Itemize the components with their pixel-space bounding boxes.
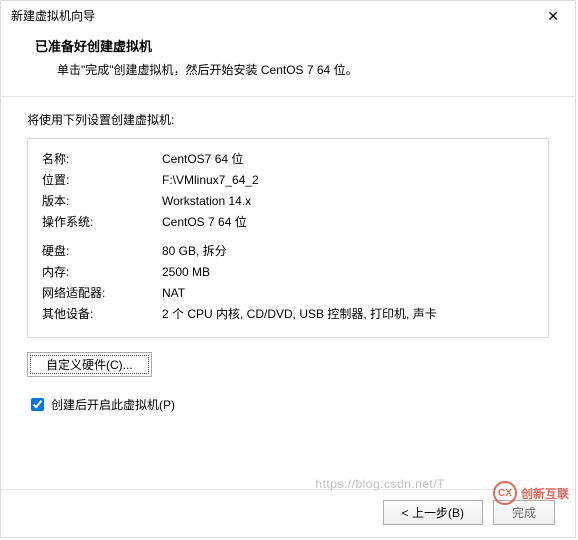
table-row: 版本: Workstation 14.x xyxy=(42,191,534,212)
table-row: 操作系统: CentOS 7 64 位 xyxy=(42,212,534,233)
table-row: 内存: 2500 MB xyxy=(42,262,534,283)
table-row: 其他设备: 2 个 CPU 内核, CD/DVD, USB 控制器, 打印机, … xyxy=(42,304,534,325)
setting-label: 位置: xyxy=(42,170,162,191)
setting-label: 名称: xyxy=(42,149,162,170)
sub-headline: 单击"完成"创建虚拟机，然后开始安装 CentOS 7 64 位。 xyxy=(35,61,545,78)
table-row: 位置: F:\VMlinux7_64_2 xyxy=(42,170,534,191)
setting-label: 网络适配器: xyxy=(42,283,162,304)
checkbox-label: 创建后开启此虚拟机(P) xyxy=(51,396,175,413)
setting-value: F:\VMlinux7_64_2 xyxy=(162,170,534,191)
table-row: 硬盘: 80 GB, 拆分 xyxy=(42,241,534,262)
close-icon[interactable]: ✕ xyxy=(541,9,565,23)
customize-row: 自定义硬件(C)... xyxy=(27,352,549,377)
setting-value: Workstation 14.x xyxy=(162,191,534,212)
setting-label: 操作系统: xyxy=(42,212,162,233)
intro-text: 将使用下列设置创建虚拟机: xyxy=(27,111,549,128)
setting-value: 80 GB, 拆分 xyxy=(162,241,534,262)
setting-value: CentOS7 64 位 xyxy=(162,149,534,170)
table-row: 名称: CentOS7 64 位 xyxy=(42,149,534,170)
setting-value: 2 个 CPU 内核, CD/DVD, USB 控制器, 打印机, 声卡 xyxy=(162,304,534,325)
watermark: CX 创新互联 xyxy=(493,481,569,505)
setting-value: NAT xyxy=(162,283,534,304)
back-button[interactable]: < 上一步(B) xyxy=(383,500,483,525)
watermark-logo-icon: CX xyxy=(493,481,517,505)
window-title: 新建虚拟机向导 xyxy=(11,7,95,24)
watermark-text: 创新互联 xyxy=(521,485,569,502)
customize-hardware-button[interactable]: 自定义硬件(C)... xyxy=(27,352,152,377)
settings-panel: 名称: CentOS7 64 位 位置: F:\VMlinux7_64_2 版本… xyxy=(27,138,549,338)
wizard-window: 新建虚拟机向导 ✕ 已准备好创建虚拟机 单击"完成"创建虚拟机，然后开始安装 C… xyxy=(0,0,576,538)
power-on-checkbox-row[interactable]: 创建后开启此虚拟机(P) xyxy=(27,395,549,414)
wizard-body: 将使用下列设置创建虚拟机: 名称: CentOS7 64 位 位置: F:\VM… xyxy=(1,97,575,489)
wizard-footer: < 上一步(B) 完成 xyxy=(1,489,575,537)
setting-label: 其他设备: xyxy=(42,304,162,325)
titlebar: 新建虚拟机向导 ✕ xyxy=(1,1,575,28)
headline: 已准备好创建虚拟机 xyxy=(35,36,545,55)
setting-label: 版本: xyxy=(42,191,162,212)
wizard-header: 已准备好创建虚拟机 单击"完成"创建虚拟机，然后开始安装 CentOS 7 64… xyxy=(1,28,575,97)
power-on-checkbox[interactable] xyxy=(31,398,44,411)
setting-value: CentOS 7 64 位 xyxy=(162,212,534,233)
setting-value: 2500 MB xyxy=(162,262,534,283)
setting-label: 硬盘: xyxy=(42,241,162,262)
watermark-url: https://blog.csdn.net/T xyxy=(315,477,445,491)
table-row: 网络适配器: NAT xyxy=(42,283,534,304)
setting-label: 内存: xyxy=(42,262,162,283)
